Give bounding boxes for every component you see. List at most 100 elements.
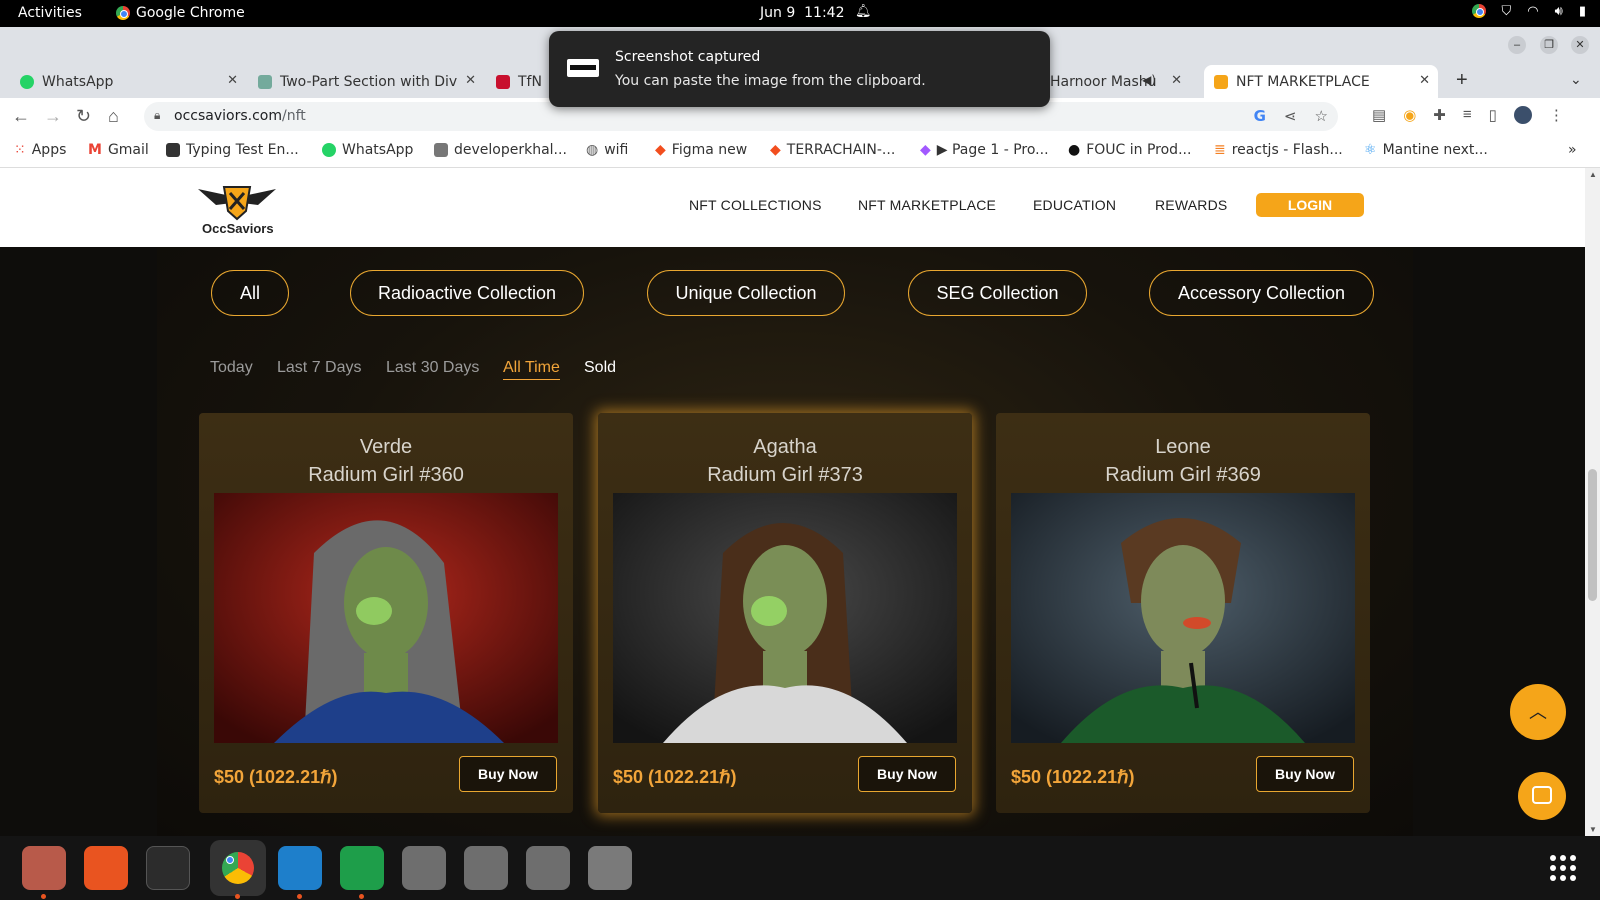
react-icon: ⚛	[1364, 142, 1377, 158]
collection-filter-accessory[interactable]: Accessory Collection	[1149, 270, 1374, 316]
collection-filter-unique[interactable]: Unique Collection	[647, 270, 845, 316]
buy-now-button[interactable]: Buy Now	[1256, 756, 1354, 792]
running-indicator	[235, 894, 240, 899]
home-icon[interactable]: ⌂	[108, 106, 119, 127]
lock-icon[interactable]: 🔒︎	[154, 108, 160, 123]
kebab-menu-icon[interactable]: ⋮	[1549, 106, 1564, 124]
scrollbar-thumb[interactable]	[1588, 469, 1597, 601]
nft-card[interactable]: Verde Radium Girl #360 $50 (1022.21ℏ) Bu…	[199, 413, 573, 813]
bookmark-page-1[interactable]: ◆ ▶ Page 1 - Pro...	[920, 142, 1049, 158]
close-tab-icon[interactable]: ✕	[1171, 73, 1182, 88]
site-logo[interactable]: OccSaviors	[196, 181, 278, 236]
bookmark-wifi[interactable]: ◍ wifi	[586, 142, 628, 158]
disk-icon[interactable]	[464, 846, 508, 890]
nav-rewards[interactable]: REWARDS	[1155, 197, 1227, 213]
tab-tfn[interactable]: TfN	[486, 65, 550, 98]
chat-widget-button[interactable]	[1518, 772, 1566, 820]
nft-card[interactable]: Agatha Radium Girl #373 $50 (1022.21ℏ) B…	[598, 413, 972, 813]
extension-orange-icon[interactable]: ◉	[1403, 106, 1416, 124]
collection-filter-all[interactable]: All	[211, 270, 289, 316]
system-tray[interactable]: ⛉ ◠ 🔊︎ ▮	[1471, 4, 1586, 19]
buy-now-button[interactable]: Buy Now	[858, 756, 956, 792]
buy-now-button[interactable]: Buy Now	[459, 756, 557, 792]
reload-icon[interactable]: ↻	[76, 106, 91, 127]
nft-image[interactable]	[613, 493, 957, 743]
tab-harnoor[interactable]: Harnoor Mashu ◀) ✕	[1040, 65, 1190, 98]
software-center-icon[interactable]	[84, 846, 128, 890]
bookmark-whatsapp[interactable]: WhatsApp	[322, 142, 413, 158]
spreadsheet-icon[interactable]	[340, 846, 384, 899]
puzzle-icon[interactable]: ✚	[1433, 106, 1446, 124]
close-tab-icon[interactable]: ✕	[227, 73, 238, 88]
bookmark-fouc[interactable]: ● FOUC in Prod...	[1068, 142, 1191, 158]
tab-nft-marketplace[interactable]: NFT MARKETPLACE ✕	[1204, 65, 1438, 98]
vscode-icon[interactable]	[278, 846, 322, 899]
nft-card[interactable]: Leone Radium Girl #369 $50 (1022.21ℏ) Bu…	[996, 413, 1370, 813]
more-bookmarks-icon[interactable]: »	[1568, 142, 1577, 158]
reading-list-icon[interactable]: ≡	[1463, 106, 1472, 124]
bookmark-figma-new[interactable]: ◆ Figma new	[655, 142, 747, 158]
collection-filter-radioactive[interactable]: Radioactive Collection	[350, 270, 584, 316]
profile-avatar[interactable]	[1513, 106, 1532, 124]
bookmark-reactjs[interactable]: ≣ reactjs - Flash...	[1214, 142, 1343, 158]
tab-label: Two-Part Section with Div	[280, 73, 458, 90]
bookmark-developerkhal[interactable]: developerkhal...	[434, 142, 567, 158]
minimize-icon[interactable]: –	[1508, 36, 1526, 54]
nft-image[interactable]	[1011, 493, 1355, 743]
new-tab-plus-icon[interactable]: +	[1456, 69, 1468, 92]
extension-icon[interactable]: ▤	[1372, 106, 1386, 124]
scroll-to-top-button[interactable]: ︿	[1510, 684, 1566, 740]
scroll-down-arrow-icon[interactable]: ▼	[1589, 825, 1597, 834]
login-button[interactable]: LOGIN	[1256, 193, 1364, 217]
time-filter-sold[interactable]: Sold	[584, 359, 616, 377]
restore-icon[interactable]: ❐	[1540, 36, 1558, 54]
trash-icon[interactable]	[588, 846, 632, 890]
tab-whatsapp[interactable]: WhatsApp ✕	[10, 65, 246, 98]
bookmark-typing-test[interactable]: Typing Test En...	[166, 142, 299, 158]
side-panel-icon[interactable]: ▯	[1489, 106, 1497, 124]
scroll-up-arrow-icon[interactable]: ▲	[1589, 170, 1597, 179]
nav-education[interactable]: EDUCATION	[1033, 197, 1116, 213]
wifi-icon[interactable]: ◠	[1527, 4, 1538, 19]
terminal-icon[interactable]	[146, 846, 190, 890]
disk-icon[interactable]	[402, 846, 446, 890]
disk-icon[interactable]	[526, 846, 570, 890]
chrome-tray-icon[interactable]	[1471, 4, 1486, 18]
battery-icon[interactable]: ▮	[1579, 4, 1586, 19]
activities-button[interactable]: Activities	[18, 5, 82, 21]
files-app-icon[interactable]	[22, 846, 66, 899]
share-icon[interactable]: ⋖	[1284, 107, 1297, 125]
back-arrow-icon[interactable]: ←	[12, 106, 30, 127]
bookmark-mantine[interactable]: ⚛ Mantine next...	[1364, 142, 1488, 158]
bookmark-gmail[interactable]: M Gmail	[88, 142, 149, 158]
collection-filter-seg[interactable]: SEG Collection	[908, 270, 1087, 316]
nav-nft-collections[interactable]: NFT COLLECTIONS	[689, 197, 822, 213]
chrome-dock-icon[interactable]	[210, 840, 266, 899]
bookmark-star-icon[interactable]: ☆	[1315, 107, 1328, 125]
bookmark-apps[interactable]: ⁙ Apps	[14, 142, 66, 158]
time-filter-last-30-days[interactable]: Last 30 Days	[386, 359, 479, 377]
audio-playing-icon[interactable]: ◀)	[1142, 73, 1156, 87]
nft-image[interactable]	[214, 493, 558, 743]
time-filter-last-7-days[interactable]: Last 7 Days	[277, 359, 361, 377]
app-menu[interactable]: Google Chrome	[116, 5, 245, 21]
tab-search-chevron-icon[interactable]: ⌄	[1570, 71, 1582, 88]
close-tab-icon[interactable]: ✕	[1419, 73, 1430, 88]
show-applications-icon[interactable]	[1550, 855, 1576, 881]
shield-icon[interactable]: ⛉	[1502, 4, 1512, 19]
page-scrollbar[interactable]: ▲ ▼	[1585, 168, 1600, 836]
volume-icon[interactable]: 🔊︎	[1555, 4, 1563, 19]
nav-nft-marketplace[interactable]: NFT MARKETPLACE	[858, 197, 996, 213]
chrome-icon	[116, 6, 130, 20]
close-window-icon[interactable]: ✕	[1571, 36, 1589, 54]
bell-icon[interactable]: 🔔︎	[855, 4, 872, 19]
tab-two-part-section[interactable]: Two-Part Section with Div ✕	[248, 65, 484, 98]
forward-arrow-icon[interactable]: →	[44, 106, 62, 127]
google-lens-icon[interactable]: G	[1254, 107, 1266, 125]
close-tab-icon[interactable]: ✕	[465, 73, 476, 88]
clock[interactable]: Jun 9 11:42	[760, 5, 845, 21]
bookmark-terrachain[interactable]: ◆ TERRACHAIN-...	[770, 142, 895, 158]
time-filter-all-time[interactable]: All Time	[503, 359, 560, 380]
screenshot-notification[interactable]: Screenshot captured You can paste the im…	[549, 31, 1050, 107]
time-filter-today[interactable]: Today	[210, 359, 253, 377]
